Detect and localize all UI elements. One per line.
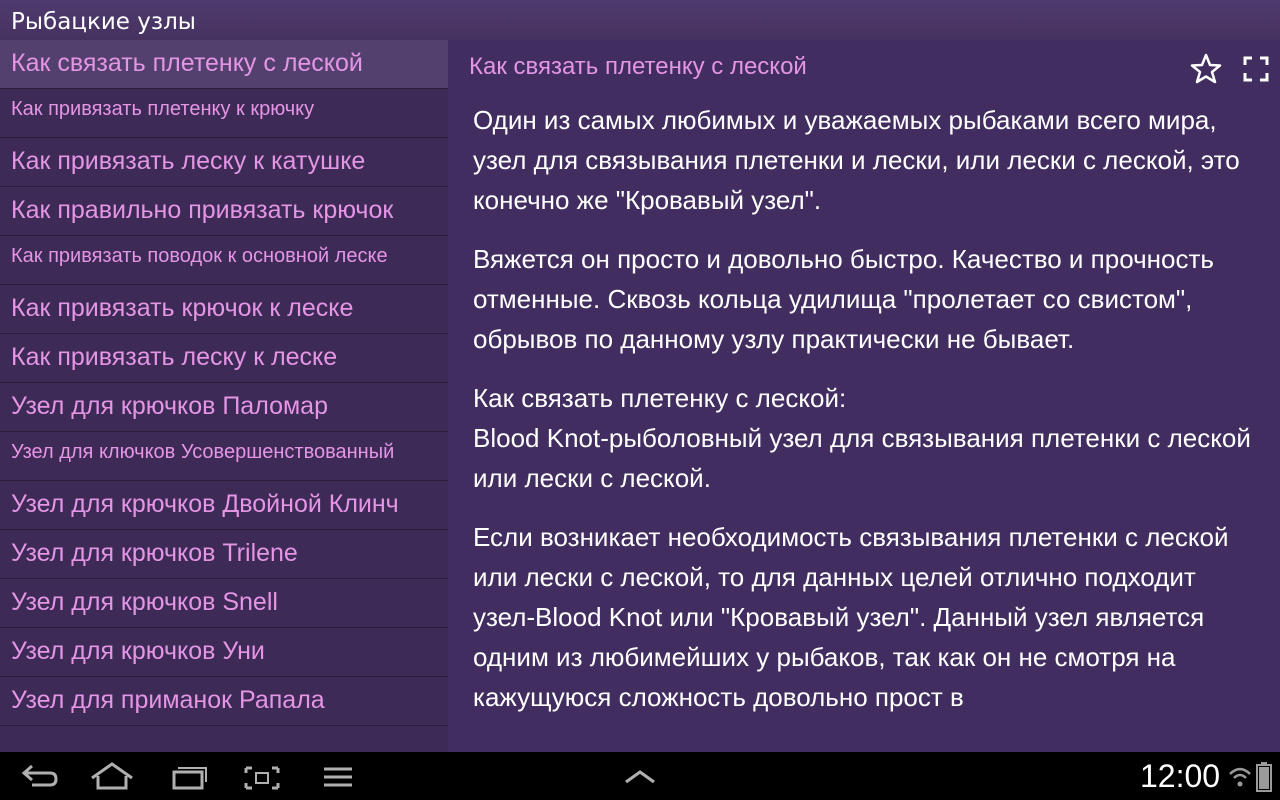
sidebar-item-2[interactable]: Как привязать леску к катушке xyxy=(0,138,448,187)
sidebar-item-label: Узел для крючков Trilene xyxy=(11,539,298,567)
wifi-icon xyxy=(1228,764,1252,792)
article-subheading-block: Как связать плетенку с леской: Blood Kno… xyxy=(473,378,1263,498)
status-clock: 12:00 xyxy=(1140,758,1221,794)
chevron-up-icon[interactable] xyxy=(610,758,670,794)
sidebar-item-label: Узел для ключков Усовершенствованный xyxy=(11,441,395,463)
home-icon[interactable] xyxy=(82,758,142,794)
sidebar-item-label: Как связать плетенку с леской xyxy=(11,49,363,77)
sidebar-item-11[interactable]: Узел для крючков Snell xyxy=(0,579,448,628)
content-pane: Как связать плетенку с леской Один из са… xyxy=(449,40,1280,752)
sidebar-item-7[interactable]: Узел для крючков Паломар xyxy=(0,383,448,432)
star-icon[interactable] xyxy=(1189,52,1223,86)
content-title: Как связать плетенку с леской xyxy=(469,53,807,80)
app-window: Рыбацкие узлы Как связать плетенку с лес… xyxy=(0,0,1280,752)
recent-apps-icon[interactable] xyxy=(158,758,218,794)
article-paragraph-3: Blood Knot-рыболовный узел для связывани… xyxy=(473,423,1251,493)
sidebar-item-9[interactable]: Узел для крючков Двойной Клинч xyxy=(0,481,448,530)
fullscreen-icon[interactable] xyxy=(1239,52,1273,86)
sidebar-item-1[interactable]: Как привязать плетенку к крючку xyxy=(0,89,448,138)
sidebar-item-label: Как привязать плетенку к крючку xyxy=(11,98,315,120)
screenshot-icon[interactable] xyxy=(232,758,292,794)
sidebar-item-5[interactable]: Как привязать крючок к леске xyxy=(0,285,448,334)
article-subheading: Как связать плетенку с леской: xyxy=(473,383,847,413)
article-text: Один из самых любимых и уважаемых рыбака… xyxy=(473,100,1263,736)
sidebar-item-label: Узел для крючков Двойной Клинч xyxy=(11,490,399,518)
sidebar-item-label: Узел для приманок Рапала xyxy=(11,686,325,714)
sidebar-item-8[interactable]: Узел для ключков Усовершенствованный xyxy=(0,432,448,481)
app-title: Рыбацкие узлы xyxy=(0,0,1280,40)
battery-icon xyxy=(1256,762,1272,792)
article-paragraph-1: Один из самых любимых и уважаемых рыбака… xyxy=(473,105,1240,215)
sidebar-item-label: Узел для крючков Паломар xyxy=(11,392,328,420)
back-icon[interactable] xyxy=(8,758,68,794)
article-paragraph-4: Если возникает необходимость связывания … xyxy=(473,522,1229,712)
sidebar-item-label: Как привязать леску к леске xyxy=(11,343,338,371)
sidebar-item-6[interactable]: Как привязать леску к леске xyxy=(0,334,448,383)
article-paragraph-2: Вяжется он просто и довольно быстро. Кач… xyxy=(473,244,1214,354)
sidebar-item-3[interactable]: Как правильно привязать крючок xyxy=(0,187,448,236)
sidebar-item-label: Как привязать леску к катушке xyxy=(11,147,366,175)
sidebar-item-label: Узел для крючков Snell xyxy=(11,588,278,616)
sidebar-item-label: Как привязать поводок к основной леске xyxy=(11,245,388,267)
sidebar-item-4[interactable]: Как привязать поводок к основной леске xyxy=(0,236,448,285)
sidebar-item-13[interactable]: Узел для приманок Рапала xyxy=(0,677,448,726)
menu-icon[interactable] xyxy=(308,758,368,794)
sidebar-item-label: Узел для крючков Уни xyxy=(11,637,265,665)
system-navbar: 12:00 xyxy=(0,752,1280,800)
sidebar-item-10[interactable]: Узел для крючков Trilene xyxy=(0,530,448,579)
sidebar: Как связать плетенку с леской Как привяз… xyxy=(0,40,448,752)
sidebar-item-12[interactable]: Узел для крючков Уни xyxy=(0,628,448,677)
sidebar-item-label: Как правильно привязать крючок xyxy=(11,196,394,224)
sidebar-item-label: Как привязать крючок к леске xyxy=(11,294,354,322)
sidebar-item-0[interactable]: Как связать плетенку с леской xyxy=(0,40,448,89)
